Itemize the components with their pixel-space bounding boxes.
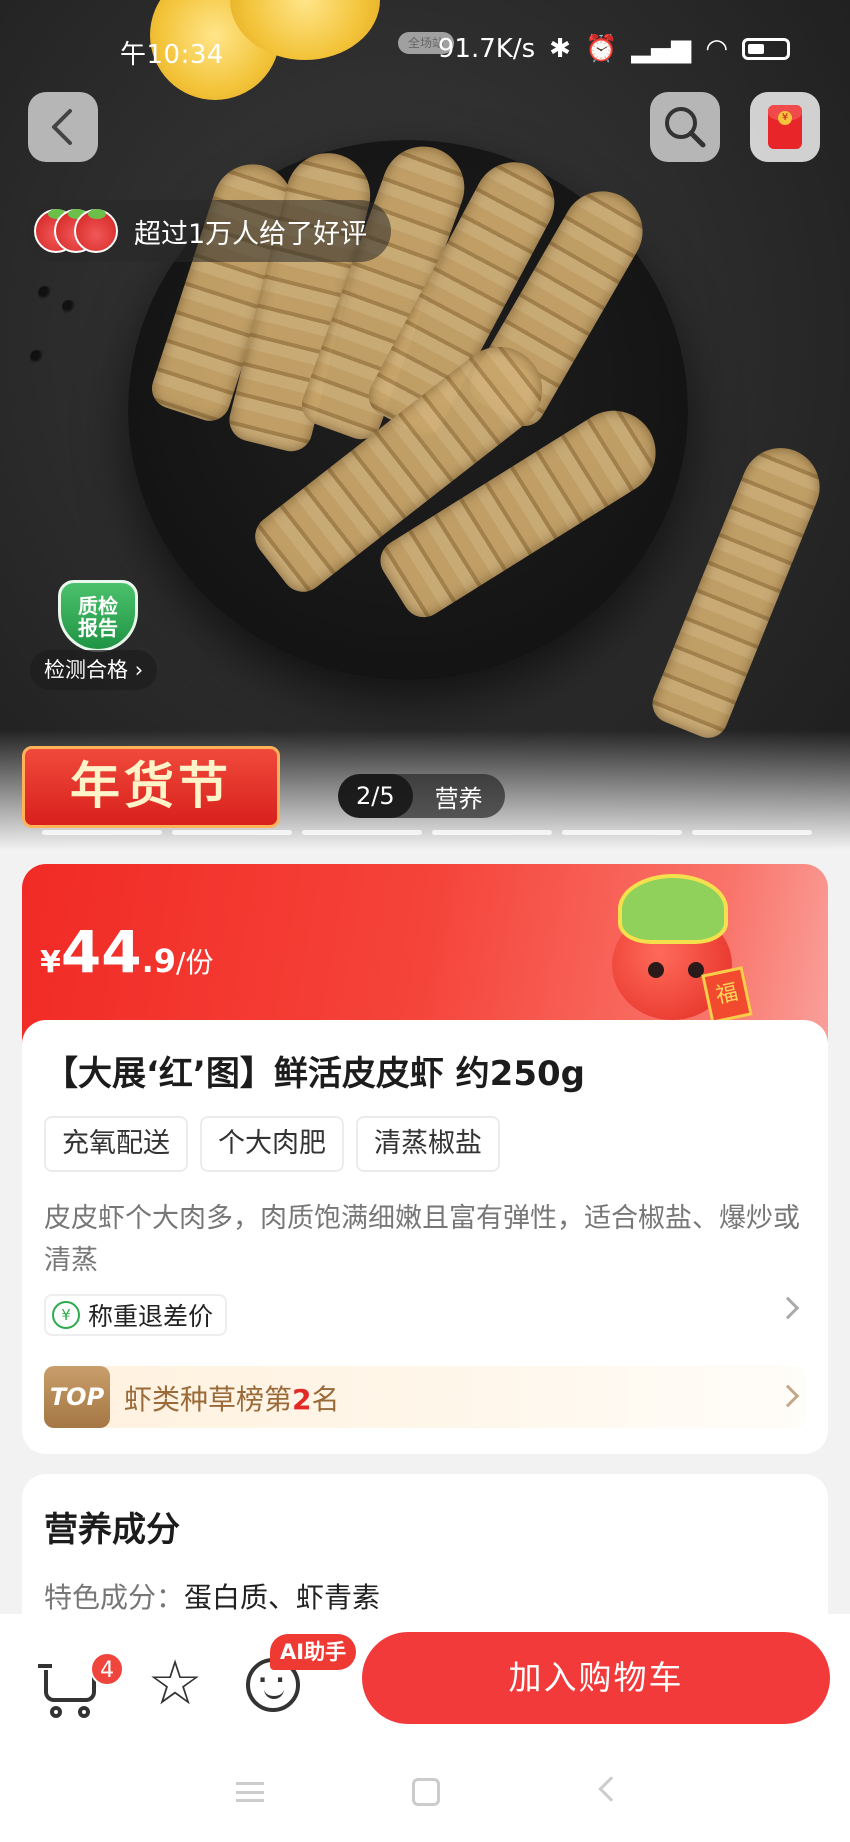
product-card: ¥44.9/份 福 【大展‘红’图】鲜活皮皮虾 约250g 充氧配送 个大肉肥 …	[22, 864, 828, 1454]
progress-segment	[562, 830, 682, 835]
cart-wheel	[78, 1706, 90, 1718]
back-button[interactable]	[28, 92, 98, 162]
search-button[interactable]	[650, 92, 720, 162]
refund-row[interactable]: ¥ 称重退差价	[44, 1294, 806, 1340]
ranking-number: 2	[292, 1383, 312, 1416]
image-progress	[42, 830, 812, 835]
progress-segment	[692, 830, 812, 835]
pepper	[38, 286, 52, 300]
ranking-row[interactable]: TOP 虾类种草榜第2名	[44, 1366, 806, 1428]
nutrition-title: 营养成分	[44, 1510, 180, 1550]
bluetooth-icon: ✱	[549, 34, 571, 64]
star-icon: ☆	[147, 1646, 203, 1719]
review-summary[interactable]: 超过1万人给了好评	[26, 200, 392, 262]
network-speed: 91.7K/s	[437, 34, 536, 64]
system-nav-bar	[0, 1766, 850, 1822]
price-decimal: .9	[141, 942, 177, 980]
yen-icon: ¥	[52, 1301, 80, 1329]
progress-segment	[432, 830, 552, 835]
product-image-carousel[interactable]	[0, 0, 850, 850]
add-to-cart-button[interactable]: 加入购物车	[362, 1632, 830, 1724]
nav-back-icon[interactable]	[598, 1776, 624, 1802]
image-indicator[interactable]: 2/5 营养	[338, 774, 505, 818]
signal-icon: ▂▄▆	[631, 34, 692, 64]
product-tag: 充氧配送	[44, 1116, 188, 1172]
alarm-icon: ⏰	[584, 34, 618, 64]
menu-icon[interactable]	[236, 1782, 264, 1802]
pepper	[30, 350, 44, 364]
price-unit: /份	[176, 946, 214, 979]
mascot-hat	[618, 874, 728, 944]
mascot-eye	[648, 962, 664, 978]
review-text: 超过1万人给了好评	[134, 218, 368, 250]
mascot-image: 福	[602, 874, 753, 1024]
image-counter: 2/5	[338, 774, 413, 818]
status-time: 午10:34	[120, 40, 224, 70]
red-packet-button[interactable]	[750, 92, 820, 162]
ai-assistant-badge: AI助手	[270, 1634, 357, 1670]
back-icon	[52, 109, 72, 145]
qc-pass-link[interactable]: 检测合格 ›	[30, 650, 158, 690]
progress-segment	[172, 830, 292, 835]
cart-basket	[44, 1670, 96, 1702]
chevron-right-icon: ›	[134, 658, 144, 682]
product-tags: 充氧配送 个大肉肥 清蒸椒盐	[44, 1116, 500, 1172]
red-packet-icon	[768, 105, 802, 149]
cart-button[interactable]: 4	[38, 1650, 124, 1720]
chevron-right-icon	[776, 1296, 800, 1320]
mascot-fu-tag: 福	[701, 966, 753, 1024]
avatar	[74, 209, 118, 253]
refund-badge: ¥ 称重退差价	[44, 1294, 228, 1336]
ranking-text: 虾类种草榜第2名	[124, 1378, 340, 1418]
nutrition-feature: 特色成分：蛋白质、虾青素	[44, 1576, 380, 1616]
qc-label: 检测合格	[44, 658, 128, 682]
status-bar: 午10:34 全场站 91.7K/s ✱ ⏰ ▂▄▆ ◠	[0, 28, 850, 72]
pepper	[62, 300, 76, 314]
status-icons: 91.7K/s ✱ ⏰ ▂▄▆ ◠	[438, 34, 790, 64]
cart-handle	[38, 1664, 52, 1668]
progress-segment	[42, 830, 162, 835]
home-icon[interactable]	[412, 1778, 440, 1806]
progress-segment	[302, 830, 422, 835]
cart-wheel	[50, 1706, 62, 1718]
search-icon	[665, 107, 706, 148]
top-badge: TOP	[44, 1366, 110, 1428]
price-banner: ¥44.9/份 福	[22, 864, 828, 1044]
chevron-right-icon	[776, 1384, 800, 1408]
price-integer: 44	[60, 918, 142, 986]
wifi-icon: ◠	[705, 34, 728, 64]
product-tag: 个大肉肥	[200, 1116, 344, 1172]
reviewer-avatars	[34, 206, 122, 256]
ranking-prefix: 虾类种草榜第	[124, 1383, 293, 1416]
image-tab-nutrition[interactable]: 营养	[413, 779, 505, 814]
ranking-suffix: 名	[311, 1383, 340, 1416]
price-currency: ¥	[40, 945, 61, 980]
nutrition-feature-key: 特色成分：	[44, 1581, 185, 1614]
refund-label: 称重退差价	[88, 1302, 214, 1331]
nutrition-feature-value: 蛋白质、虾青素	[184, 1581, 381, 1614]
favorite-button[interactable]: ☆	[140, 1648, 210, 1718]
festival-banner[interactable]: 年货节	[22, 746, 280, 828]
product-info: 【大展‘红’图】鲜活皮皮虾 约250g 充氧配送 个大肉肥 清蒸椒盐 皮皮虾个大…	[22, 1020, 828, 1454]
product-title: 【大展‘红’图】鲜活皮皮虾 约250g	[44, 1054, 585, 1094]
product-tag: 清蒸椒盐	[356, 1116, 500, 1172]
cart-count-badge: 4	[90, 1652, 124, 1686]
price: ¥44.9/份	[40, 918, 213, 986]
battery-icon	[742, 38, 790, 60]
qc-badge-text: 质检 报告	[78, 594, 118, 640]
product-description: 皮皮虾个大肉多，肉质饱满细嫩且富有弹性，适合椒盐、爆炒或清蒸	[44, 1203, 800, 1276]
